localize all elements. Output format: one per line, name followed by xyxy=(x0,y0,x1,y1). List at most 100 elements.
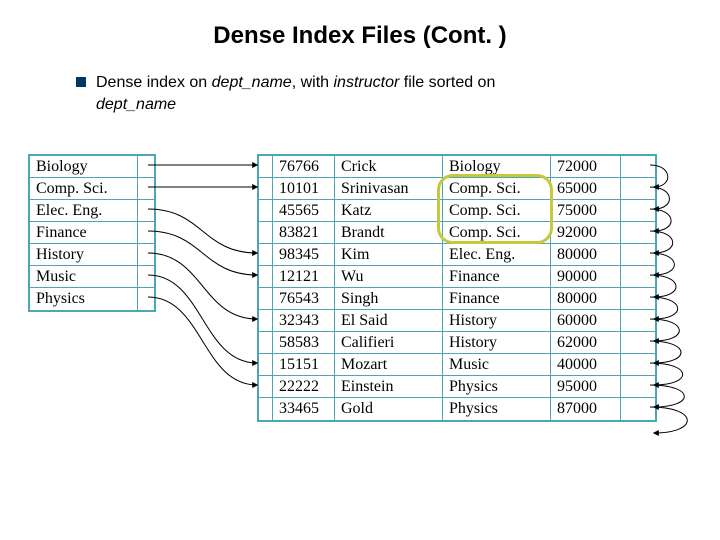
data-ptr-right xyxy=(621,398,635,420)
data-dept: Comp. Sci. xyxy=(443,178,551,199)
diagram-area: BiologyComp. Sci.Elec. Eng.FinanceHistor… xyxy=(20,150,700,460)
data-ptr-left xyxy=(259,156,273,177)
data-id: 76543 xyxy=(273,288,335,309)
bullet-text: Dense index on dept_name, with instructo… xyxy=(96,72,495,115)
data-ptr-left xyxy=(259,354,273,375)
data-salary: 95000 xyxy=(551,376,621,397)
index-key: Music xyxy=(30,266,138,287)
data-id: 98345 xyxy=(273,244,335,265)
data-salary: 75000 xyxy=(551,200,621,221)
data-name-cell: Katz xyxy=(335,200,443,221)
data-id: 22222 xyxy=(273,376,335,397)
data-ptr-left xyxy=(259,398,273,420)
bullet-text-after1: file sorted on xyxy=(399,74,495,91)
data-dept: Physics xyxy=(443,376,551,397)
data-id: 33465 xyxy=(273,398,335,420)
data-row: 76766CrickBiology72000 xyxy=(259,156,655,178)
data-row: 76543SinghFinance80000 xyxy=(259,288,655,310)
data-ptr-left xyxy=(259,178,273,199)
data-id: 76766 xyxy=(273,156,335,177)
data-row: 12121WuFinance90000 xyxy=(259,266,655,288)
data-name-cell: Gold xyxy=(335,398,443,420)
field-deptname-2: dept_name xyxy=(96,96,176,113)
data-name-cell: Califieri xyxy=(335,332,443,353)
field-deptname-1: dept_name xyxy=(212,74,292,91)
data-ptr-right xyxy=(621,288,635,309)
data-name-cell: El Said xyxy=(335,310,443,331)
index-table: BiologyComp. Sci.Elec. Eng.FinanceHistor… xyxy=(28,154,156,312)
data-row: 32343El SaidHistory60000 xyxy=(259,310,655,332)
bullet-text-mid: , with xyxy=(292,74,334,91)
data-ptr-right xyxy=(621,332,635,353)
data-dept: Finance xyxy=(443,266,551,287)
data-row: 33465GoldPhysics87000 xyxy=(259,398,655,420)
data-salary: 40000 xyxy=(551,354,621,375)
data-ptr-right xyxy=(621,200,635,221)
data-salary: 65000 xyxy=(551,178,621,199)
data-salary: 80000 xyxy=(551,244,621,265)
index-ptr-cell xyxy=(138,178,154,199)
index-key: Biology xyxy=(30,156,138,177)
data-dept: Music xyxy=(443,354,551,375)
index-ptr-cell xyxy=(138,156,154,177)
data-ptr-left xyxy=(259,332,273,353)
data-ptr-left xyxy=(259,266,273,287)
data-ptr-right xyxy=(621,156,635,177)
data-row: 83821BrandtComp. Sci.92000 xyxy=(259,222,655,244)
data-id: 15151 xyxy=(273,354,335,375)
data-ptr-right xyxy=(621,354,635,375)
index-row: Elec. Eng. xyxy=(30,200,154,222)
index-ptr-cell xyxy=(138,222,154,243)
index-key: Elec. Eng. xyxy=(30,200,138,221)
index-ptr-cell xyxy=(138,288,154,310)
index-row: Comp. Sci. xyxy=(30,178,154,200)
data-dept: History xyxy=(443,310,551,331)
data-ptr-left xyxy=(259,310,273,331)
data-table: 76766CrickBiology7200010101SrinivasanCom… xyxy=(257,154,657,422)
data-id: 45565 xyxy=(273,200,335,221)
data-salary: 80000 xyxy=(551,288,621,309)
data-row: 58583CalifieriHistory62000 xyxy=(259,332,655,354)
data-name-cell: Kim xyxy=(335,244,443,265)
index-row: Physics xyxy=(30,288,154,310)
data-ptr-left xyxy=(259,288,273,309)
data-ptr-right xyxy=(621,244,635,265)
bullet-item: Dense index on dept_name, with instructo… xyxy=(0,64,720,115)
data-salary: 90000 xyxy=(551,266,621,287)
data-ptr-right xyxy=(621,266,635,287)
data-id: 12121 xyxy=(273,266,335,287)
bullet-text-before: Dense index on xyxy=(96,74,212,91)
data-dept: Elec. Eng. xyxy=(443,244,551,265)
data-dept: Physics xyxy=(443,398,551,420)
slide-title: Dense Index Files (Cont. ) xyxy=(0,0,720,64)
index-row: Music xyxy=(30,266,154,288)
data-id: 58583 xyxy=(273,332,335,353)
data-row: 10101SrinivasanComp. Sci.65000 xyxy=(259,178,655,200)
data-name-cell: Crick xyxy=(335,156,443,177)
data-ptr-right xyxy=(621,222,635,243)
index-row: History xyxy=(30,244,154,266)
data-id: 83821 xyxy=(273,222,335,243)
data-salary: 62000 xyxy=(551,332,621,353)
data-row: 22222EinsteinPhysics95000 xyxy=(259,376,655,398)
data-salary: 60000 xyxy=(551,310,621,331)
data-name-cell: Srinivasan xyxy=(335,178,443,199)
data-dept: Finance xyxy=(443,288,551,309)
data-ptr-left xyxy=(259,200,273,221)
index-row: Finance xyxy=(30,222,154,244)
data-ptr-right xyxy=(621,178,635,199)
field-instructor: instructor xyxy=(334,74,400,91)
index-ptr-cell xyxy=(138,200,154,221)
index-key: Physics xyxy=(30,288,138,310)
data-salary: 72000 xyxy=(551,156,621,177)
data-name-cell: Brandt xyxy=(335,222,443,243)
data-id: 32343 xyxy=(273,310,335,331)
data-name-cell: Wu xyxy=(335,266,443,287)
data-dept: Comp. Sci. xyxy=(443,200,551,221)
data-name-cell: Mozart xyxy=(335,354,443,375)
data-ptr-right xyxy=(621,376,635,397)
data-name-cell: Einstein xyxy=(335,376,443,397)
data-dept: Comp. Sci. xyxy=(443,222,551,243)
data-ptr-left xyxy=(259,244,273,265)
data-salary: 87000 xyxy=(551,398,621,420)
